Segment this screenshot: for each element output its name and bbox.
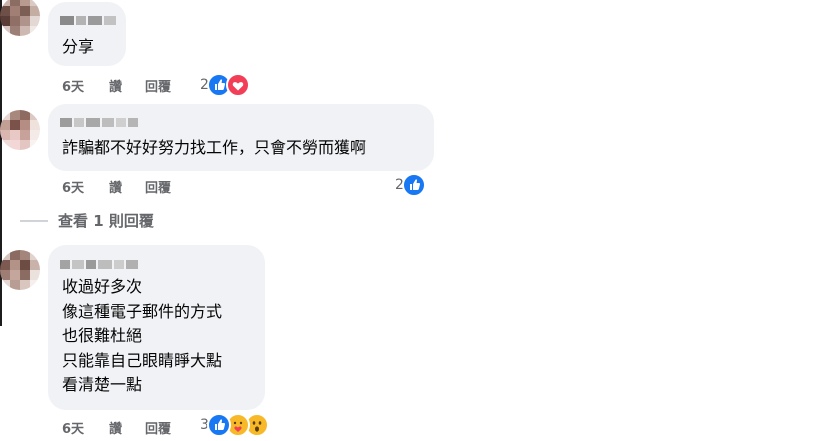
author-name-blurred[interactable] xyxy=(60,16,116,25)
author-name-blurred[interactable] xyxy=(60,260,138,269)
comment-actions: 6天 讚 回覆 xyxy=(62,76,171,95)
comment-bubble: 分享 xyxy=(48,2,126,66)
reply-button[interactable]: 回覆 xyxy=(145,76,171,95)
comment-actions: 6天 讚 回覆 xyxy=(62,177,171,196)
reply-connector xyxy=(20,220,48,222)
view-replies-link[interactable]: 查看 1 則回覆 xyxy=(58,210,154,231)
timestamp[interactable]: 6天 xyxy=(62,76,109,95)
avatar[interactable] xyxy=(0,250,40,290)
comment-actions: 6天 讚 回覆 xyxy=(62,418,171,437)
author-name-blurred[interactable] xyxy=(60,118,138,127)
reply-button[interactable]: 回覆 xyxy=(145,418,171,437)
like-reaction-icon xyxy=(401,173,426,197)
avatar[interactable] xyxy=(0,110,40,150)
reaction-summary[interactable]: 3 xyxy=(200,413,269,437)
comment-bubble: 收過好多次 像這種電子郵件的方式 也很難杜絕 只能靠自己眼睛睜大點 看清楚一點 xyxy=(48,245,265,410)
love-reaction-icon xyxy=(225,73,250,97)
like-reaction-icon xyxy=(206,413,231,437)
timestamp[interactable]: 6天 xyxy=(62,418,109,437)
like-button[interactable]: 讚 xyxy=(109,418,145,437)
reaction-summary[interactable]: 2 xyxy=(395,173,426,197)
avatar[interactable] xyxy=(0,0,40,36)
comment-text: 分享 xyxy=(62,37,95,56)
timestamp[interactable]: 6天 xyxy=(62,177,109,196)
reply-button[interactable]: 回覆 xyxy=(145,177,171,196)
reaction-summary[interactable]: 2 xyxy=(200,73,250,97)
comment-text: 收過好多次 像這種電子郵件的方式 也很難杜絕 只能靠自己眼睛睜大點 看清楚一點 xyxy=(62,277,223,394)
like-button[interactable]: 讚 xyxy=(109,76,145,95)
comment-bubble: 詐騙都不好好努力找工作，只會不勞而獲啊 xyxy=(48,104,434,171)
comment-text: 詐騙都不好好努力找工作，只會不勞而獲啊 xyxy=(62,138,367,157)
like-button[interactable]: 讚 xyxy=(109,177,145,196)
